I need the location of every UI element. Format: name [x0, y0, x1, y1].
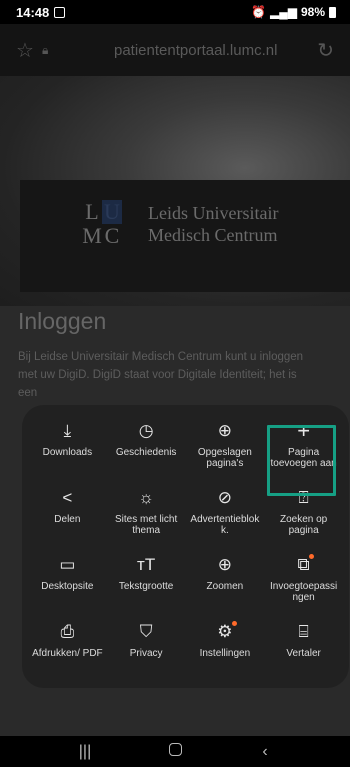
new-badge: [308, 554, 314, 559]
page-intro-text: Bij Leidse Universitair Medisch Centrum …: [18, 351, 304, 399]
ad-block-icon: ⊘: [217, 488, 232, 507]
menu-item-find-in-page[interactable]: ⍰ Zoeken op pagina: [264, 486, 343, 553]
menu-item-history[interactable]: ◷ Geschiedenis: [107, 419, 186, 486]
menu-item-label: Tekstgrootte: [118, 581, 174, 592]
menu-item-label: Vertaler: [286, 648, 321, 659]
menu-item-share[interactable]: < Delen: [28, 486, 107, 553]
saved-pages-icon: ⊕: [217, 421, 232, 440]
menu-item-translator[interactable]: ⌸ Vertaler: [264, 620, 343, 687]
logo-text: Leids Universitair Medisch Centrum: [148, 202, 278, 246]
status-bar: 14:48 ⏰ ▂▄▆ 98%: [0, 0, 350, 24]
menu-item-ad-block[interactable]: ⊘ Advertentieblokk.: [186, 486, 265, 553]
history-icon: ◷: [138, 421, 154, 440]
menu-item-label: Geschiedenis: [115, 447, 177, 458]
reload-icon[interactable]: ↻: [317, 38, 334, 63]
logo-line-2: Medisch Centrum: [148, 225, 278, 245]
menu-item-print[interactable]: ⎙ Afdrukken/ PDF: [28, 620, 107, 687]
menu-item-label: Downloads: [42, 447, 93, 458]
menu-item-settings[interactable]: ⚙ Instellingen: [186, 620, 265, 687]
menu-item-label: Advertentieblokk.: [190, 514, 260, 536]
logo-letter: C: [104, 223, 120, 248]
recent-apps-icon[interactable]: |||: [65, 743, 105, 761]
lumc-logo-mark: L U M C: [82, 199, 122, 248]
signal-icon: ▂▄▆: [270, 5, 297, 19]
gallery-notification-icon: [54, 6, 66, 18]
page-title: Inloggen: [18, 308, 107, 334]
text-size-icon: тT: [137, 555, 156, 574]
menu-item-label: Zoomen: [206, 581, 244, 592]
zoom-icon: ⊕: [217, 555, 232, 574]
print-icon: ⎙: [60, 622, 75, 641]
menu-item-zoom[interactable]: ⊕ Zoomen: [186, 553, 265, 620]
home-icon: [168, 742, 182, 756]
logo-letter: U: [102, 199, 122, 224]
menu-item-label: Instellingen: [199, 648, 251, 659]
back-icon[interactable]: ‹: [245, 743, 285, 761]
lumc-logo: L U M C Leids Universitair Medisch Centr…: [20, 180, 350, 292]
logo-letter: L: [85, 199, 99, 224]
menu-item-label: Invoegtoepassingen: [269, 581, 338, 603]
menu-item-add-ons[interactable]: ⧉ Invoegtoepassingen: [264, 553, 343, 620]
menu-item-privacy[interactable]: ⛉ Privacy: [107, 620, 186, 687]
menu-item-downloads[interactable]: ⤓ Downloads: [28, 419, 107, 486]
translate-icon: ⌸: [298, 622, 309, 641]
browser-toolbar: ☆ 🔒︎ patiententportaal.lumc.nl ↻: [0, 24, 350, 76]
system-navigation-bar: ||| ‹: [0, 736, 350, 767]
lock-icon[interactable]: 🔒︎: [42, 43, 72, 58]
bookmark-star-icon[interactable]: ☆: [16, 38, 42, 63]
settings-icon: ⚙: [217, 620, 237, 644]
highlight-box: [267, 425, 336, 496]
menu-item-label: Zoeken op pagina: [279, 514, 328, 536]
menu-item-light-theme[interactable]: ☼ Sites met licht thema: [107, 486, 186, 553]
logo-letter: M: [82, 223, 102, 248]
add-ons-icon: ⧉: [298, 553, 314, 577]
menu-item-label: Opgeslagen pagina's: [197, 447, 252, 469]
desktop-icon: ▭: [59, 555, 76, 574]
menu-item-label: Privacy: [129, 648, 163, 659]
alarm-icon: ⏰: [251, 5, 266, 19]
menu-item-label: Desktopsite: [41, 581, 94, 592]
menu-item-label: Delen: [54, 514, 81, 525]
logo-line-1: Leids Universitair: [148, 203, 279, 223]
battery-level: 98%: [300, 5, 325, 19]
share-icon: <: [62, 488, 73, 507]
battery-icon: [329, 6, 336, 18]
menu-item-saved-pages[interactable]: ⊕ Opgeslagen pagina's: [186, 419, 265, 486]
status-time: 14:48: [16, 4, 50, 20]
menu-item-label: Afdrukken/ PDF: [32, 648, 103, 659]
url-field[interactable]: patiententportaal.lumc.nl: [72, 42, 317, 59]
menu-item-label: Sites met licht thema: [115, 514, 178, 536]
privacy-icon: ⛉: [139, 622, 153, 641]
light-theme-icon: ☼: [138, 488, 154, 507]
home-button[interactable]: [155, 742, 195, 761]
menu-item-text-size[interactable]: тT Tekstgrootte: [107, 553, 186, 620]
menu-item-desktop-site[interactable]: ▭ Desktopsite: [28, 553, 107, 620]
download-icon: ⤓: [63, 421, 72, 440]
new-badge: [231, 621, 237, 626]
